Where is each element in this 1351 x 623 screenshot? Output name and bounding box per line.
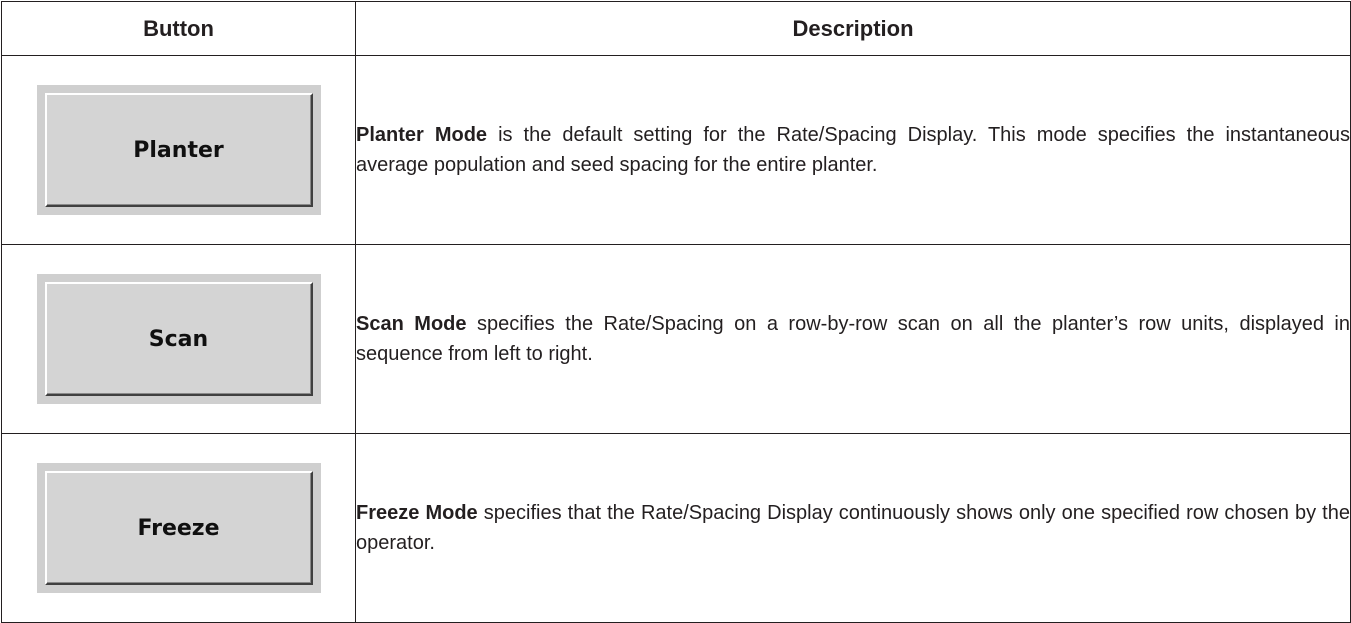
- button-frame: Freeze: [36, 463, 321, 593]
- table-row-freeze: Freeze Freeze Mode specifies that the Ra…: [1, 433, 1351, 623]
- mode-name: Planter Mode: [356, 124, 488, 146]
- planter-button[interactable]: Planter: [44, 93, 313, 207]
- button-cell: Freeze: [1, 433, 356, 623]
- description-cell: Planter Mode is the default setting for …: [355, 55, 1351, 245]
- button-column-header: Button: [1, 1, 356, 56]
- freeze-button[interactable]: Freeze: [44, 471, 313, 585]
- scan-button[interactable]: Scan: [44, 282, 313, 396]
- mode-name: Freeze Mode: [356, 502, 478, 524]
- table-header-row: Button Description: [1, 1, 1351, 56]
- table-row-scan: Scan Scan Mode specifies the Rate/Spacin…: [1, 244, 1351, 434]
- button-frame: Scan: [36, 274, 321, 404]
- mode-name: Scan Mode: [356, 313, 467, 335]
- description-cell: Scan Mode specifies the Rate/Spacing on …: [355, 244, 1351, 434]
- description-cell: Freeze Mode specifies that the Rate/Spac…: [355, 433, 1351, 623]
- table-row-planter: Planter Planter Mode is the default sett…: [1, 55, 1351, 245]
- mode-buttons-table: Button Description Planter Planter Mode …: [1, 1, 1351, 623]
- mode-description: is the default setting for the Rate/Spac…: [356, 124, 1351, 176]
- description-column-header: Description: [355, 1, 1351, 56]
- button-frame: Planter: [36, 85, 321, 215]
- mode-description: specifies the Rate/Spacing on a row-by-r…: [356, 313, 1351, 365]
- button-cell: Planter: [1, 55, 356, 245]
- button-cell: Scan: [1, 244, 356, 434]
- mode-description: specifies that the Rate/Spacing Display …: [356, 502, 1350, 554]
